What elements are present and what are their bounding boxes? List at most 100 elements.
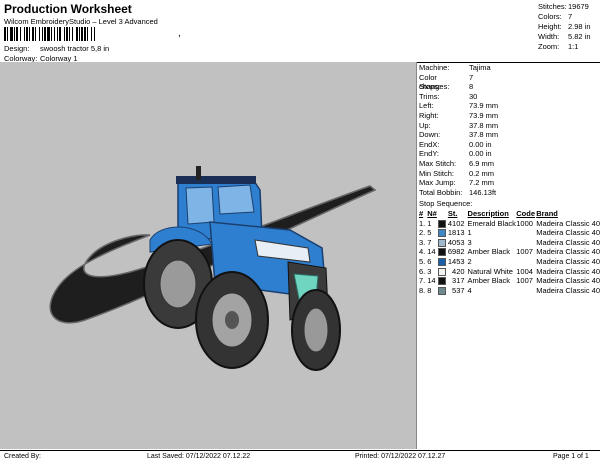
thread-description: 3: [467, 237, 472, 247]
thread-code: [516, 257, 536, 267]
machine-info-value: 0.2 mm: [469, 168, 495, 178]
stat-value: 7: [568, 12, 573, 21]
needle-number: 14: [427, 276, 448, 286]
col-stitches: St.: [447, 209, 458, 218]
machine-info-label: Trims:: [419, 91, 440, 101]
needle-number: 1: [427, 219, 448, 229]
stop-row: 8. 8 537 4 Madeira Classic 40: [419, 286, 600, 296]
stop-row: 1. 1 4102 Emerald Black 1000 Madeira Classic …: [419, 219, 600, 229]
machine-info-row: EndY: 0.00 in: [419, 149, 599, 159]
machine-info-row: Min Stitch: 0.2 mm: [419, 169, 599, 179]
needle-number: 8: [427, 286, 448, 296]
tractor-roof: [176, 176, 256, 184]
needle-number-text: 6: [427, 256, 432, 266]
stitch-count: 1813: [447, 228, 465, 238]
footer: Created By: Last Saved: 07/12/2022 07.12…: [0, 451, 600, 464]
thread-code: [516, 286, 536, 296]
thread-brand: Madeira Classic 40: [536, 276, 600, 286]
machine-info-label: Total Bobbin:: [419, 187, 463, 197]
thread-brand: Madeira Classic 40: [536, 256, 600, 266]
last-saved: Last Saved: 07/12/2022 07.12.22: [147, 453, 251, 460]
machine-info-value: 0.00 in: [469, 149, 492, 159]
machine-info-row: Down: 37.8 mm: [419, 130, 599, 140]
created-by: Created By:: [4, 453, 41, 460]
machine-info-value: 37.8 mm: [469, 130, 499, 140]
needle-number-text: 3: [427, 266, 432, 276]
stat-label: Stitches:: [538, 2, 567, 11]
page-number: Page 1 of 1: [553, 453, 589, 460]
stitch-count: 4053: [447, 237, 465, 247]
thread-brand: Madeira Classic 40: [536, 285, 600, 295]
stop-number: 3.: [419, 237, 426, 247]
stop-table: # N# St. Description Code Brand 1. 1 4102 E…: [419, 209, 600, 295]
stop-row: 6. 3 420 Natural White 1004 Madeira Classic 4…: [419, 267, 600, 277]
needle-number: 7: [427, 238, 448, 248]
stat-value: 19679: [568, 2, 589, 11]
stat-label: Width:: [538, 32, 560, 41]
front-rim-right: [303, 307, 329, 353]
machine-info-value: 73.9 mm: [469, 101, 499, 111]
needle-number: 6: [427, 257, 448, 267]
design-row: Design: swoosh tractor 5,8 in: [4, 44, 109, 53]
thread-code: 1007: [516, 276, 533, 286]
needle-number-text: 7: [427, 237, 432, 247]
design-label: Design:: [4, 44, 30, 53]
machine-info-label: Max Jump:: [419, 178, 456, 188]
front-hub-left: [225, 311, 239, 329]
stat-value: 2.98 in: [568, 22, 591, 31]
stat-label: Zoom:: [538, 42, 560, 51]
machine-info-label: Right:: [419, 110, 439, 120]
needle-number: 3: [427, 267, 448, 277]
thread-code: [516, 238, 536, 248]
machine-info-label: Stops:: [419, 82, 441, 92]
machine-info-value: 7: [469, 72, 474, 82]
stitch-count: 4102: [447, 218, 465, 228]
exhaust-pipe: [196, 166, 201, 180]
machine-info-label: Color changes:: [419, 72, 450, 92]
machine-info-row: Trims: 30: [419, 92, 599, 102]
stop-number: 2.: [419, 228, 426, 238]
needle-number: 14: [427, 247, 448, 257]
needle-number-text: 1: [427, 218, 432, 228]
stop-row: 2. 5 1813 1 Madeira Classic 40: [419, 228, 600, 238]
col-brand: Brand: [536, 209, 558, 218]
stitch-count: 6982: [447, 247, 465, 257]
thread-description: 1: [467, 228, 472, 238]
stitch-count: 537: [452, 285, 465, 295]
machine-info-row: Total Bobbin: 146.13ft: [419, 188, 599, 198]
stop-sequence-heading: Stop Sequence:: [419, 199, 473, 208]
page-title: Production Worksheet: [4, 2, 132, 16]
machine-info-value: 0.00 in: [469, 139, 492, 149]
cab-window: [217, 184, 255, 215]
stat-value: 5.82 in: [568, 32, 591, 41]
machine-info-row: Stops: 8: [419, 82, 599, 92]
col-stop: #: [419, 209, 424, 218]
col-description: Description: [467, 209, 509, 218]
thread-code: 1004: [516, 266, 533, 276]
machine-info-row: EndX: 0.00 in: [419, 140, 599, 150]
thread-color-swatch: [438, 229, 447, 238]
thread-code: 1007: [516, 247, 533, 257]
machine-info-label: Min Stitch:: [419, 168, 455, 178]
machine-info: Machine: Tajima Color changes: 7 Stops: 8 Trim…: [419, 63, 599, 197]
col-needle: N#: [427, 209, 437, 218]
needle-number-text: 5: [427, 228, 432, 238]
stop-number: 4.: [419, 247, 426, 257]
needle-number-text: 14: [427, 276, 436, 286]
machine-info-label: Left:: [419, 101, 434, 111]
machine-info-row: Left: 73.9 mm: [419, 101, 599, 111]
machine-info-label: Up:: [419, 120, 431, 130]
design-stats: Stitches: 19679 Colors: 7 Height: 2.98 in W…: [538, 2, 600, 52]
thread-brand: Madeira Classic 40: [536, 266, 600, 276]
thread-brand: Madeira Classic 40: [536, 237, 600, 247]
stitch-count: 317: [452, 276, 465, 286]
machine-info-row: Color changes: 7: [419, 72, 599, 92]
stop-number: 6.: [419, 266, 426, 276]
machine-info-label: EndY:: [419, 149, 440, 159]
thread-color-swatch: [438, 286, 447, 295]
thread-description: 4: [467, 285, 472, 295]
thread-brand: Madeira Classic 40: [536, 228, 600, 238]
machine-info-row: Max Jump: 7.2 mm: [419, 178, 599, 188]
barcode: [4, 27, 176, 41]
stat-value: 1:1: [568, 42, 579, 51]
